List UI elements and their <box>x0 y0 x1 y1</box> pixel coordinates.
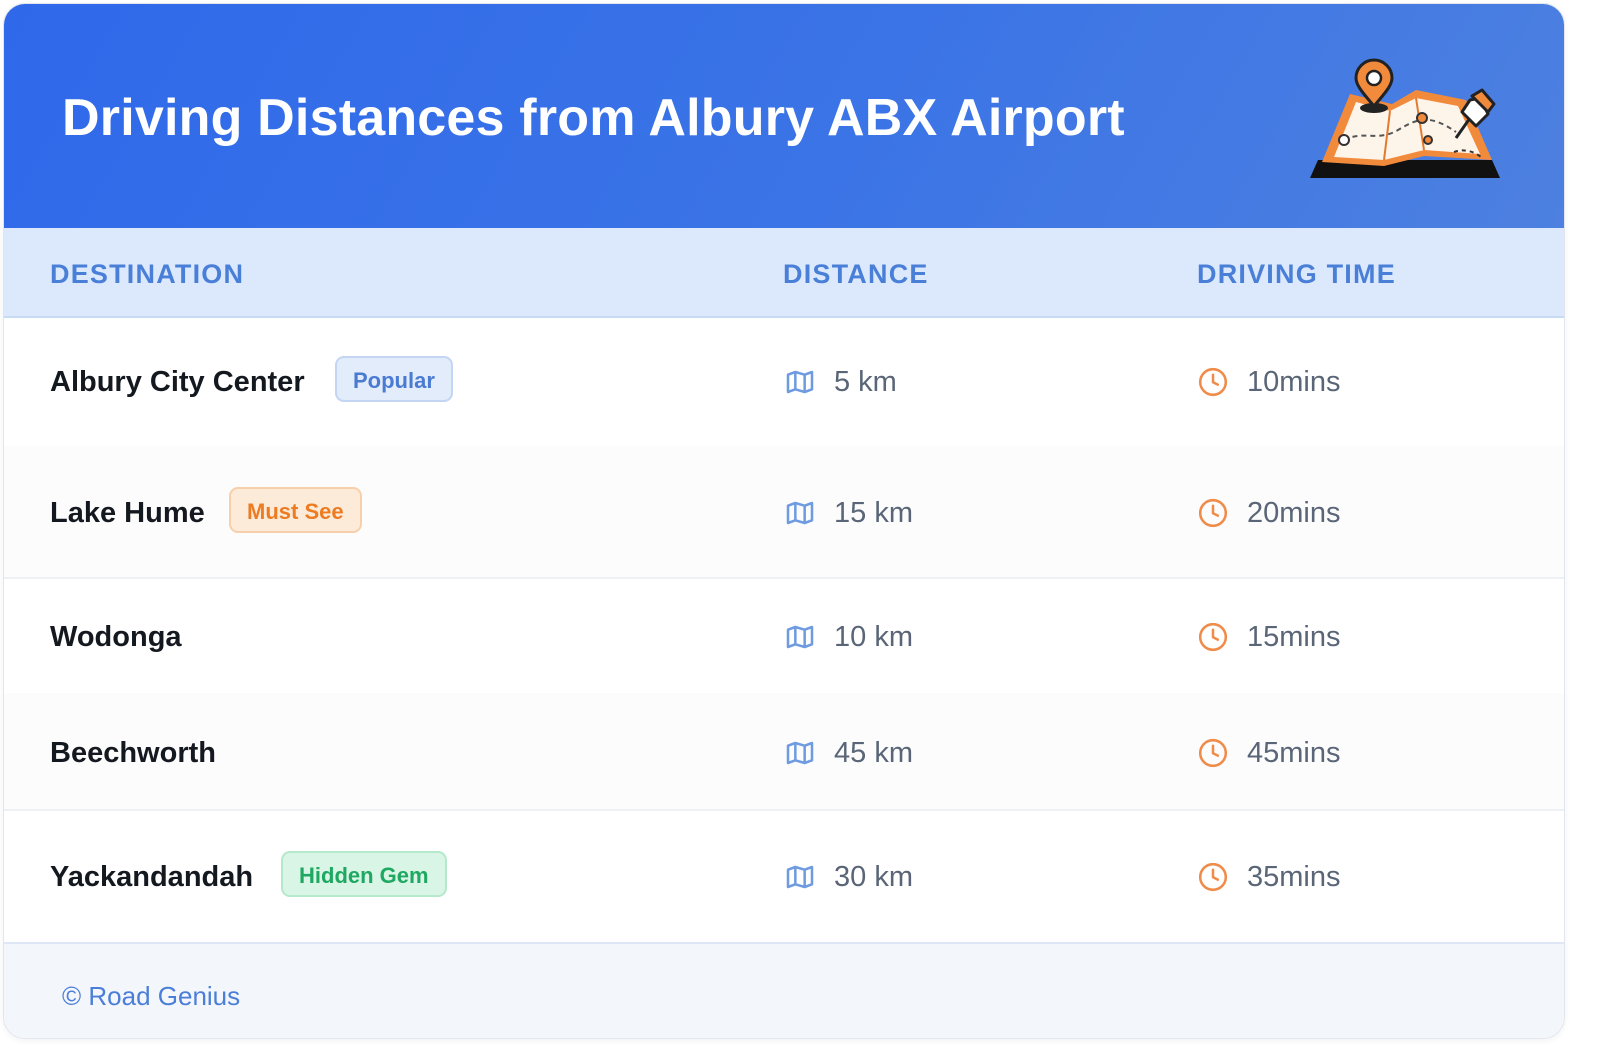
table-row: Beechworth 45 km 45mins <box>4 693 1564 811</box>
clock-icon <box>1197 497 1229 529</box>
column-header-distance: DISTANCE <box>783 259 929 289</box>
badge-popular: Popular <box>335 356 453 402</box>
distance-value: 45 km <box>834 737 913 769</box>
clock-icon <box>1197 621 1229 653</box>
clock-icon <box>1197 366 1229 398</box>
copyright-text: © Road Genius <box>62 981 241 1011</box>
driving-time-value: 35mins <box>1247 861 1341 893</box>
column-header-destination: DESTINATION <box>50 259 245 289</box>
destination-name: Beechworth <box>50 737 216 769</box>
map-icon <box>784 497 816 529</box>
column-header-driving-time: DRIVING TIME <box>1197 259 1396 289</box>
map-icon <box>784 861 816 893</box>
distance-value: 5 km <box>834 366 897 398</box>
badge-must-see: Must See <box>229 487 362 533</box>
table-header: DESTINATION DISTANCE DRIVING TIME <box>4 228 1564 318</box>
destination-name: Albury City Center <box>50 366 305 398</box>
table-row: Wodonga 10 km 15mins <box>4 577 1564 695</box>
header-banner: Driving Distances from Albury ABX Airpor… <box>4 4 1564 228</box>
clock-icon <box>1197 861 1229 893</box>
table-row: Albury City Center Popular 5 km 10mins <box>4 316 1564 448</box>
table-row: Lake Hume Must See 15 km 20mins <box>4 446 1564 579</box>
clock-icon <box>1197 737 1229 769</box>
map-pin-icon <box>1310 58 1500 178</box>
map-icon <box>784 621 816 653</box>
footer: © Road Genius <box>4 942 1564 1038</box>
destination-name: Lake Hume <box>50 497 205 529</box>
driving-time-value: 20mins <box>1247 497 1341 529</box>
map-icon <box>784 366 816 398</box>
distance-value: 10 km <box>834 621 913 653</box>
destination-name: Yackandandah <box>50 861 254 893</box>
badge-hidden-gem: Hidden Gem <box>281 851 447 897</box>
driving-time-value: 45mins <box>1247 737 1341 769</box>
destination-name: Wodonga <box>50 621 182 653</box>
driving-time-value: 10mins <box>1247 366 1341 398</box>
distance-card: Driving Distances from Albury ABX Airpor… <box>3 3 1565 1039</box>
distance-value: 30 km <box>834 861 913 893</box>
distance-value: 15 km <box>834 497 913 529</box>
page-title: Driving Distances from Albury ABX Airpor… <box>62 89 1125 147</box>
map-icon <box>784 737 816 769</box>
driving-time-value: 15mins <box>1247 621 1341 653</box>
table-row: Yackandandah Hidden Gem 30 km 35mins <box>4 809 1564 942</box>
